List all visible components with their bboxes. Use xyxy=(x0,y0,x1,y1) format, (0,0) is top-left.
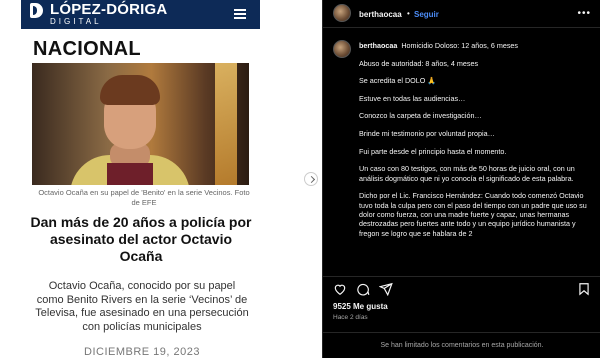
hamburger-menu-icon xyxy=(234,9,246,19)
caption-line-7: Un caso con 80 testigos, con más de 50 h… xyxy=(359,164,575,183)
brand-logo-icon xyxy=(30,3,43,18)
caption-area: berthaocaa Homicidio Doloso: 12 años, 6 m… xyxy=(323,36,600,268)
brand-name: LÓPEZ-DÓRIGA xyxy=(50,1,168,18)
likes-count[interactable]: 9525 Me gusta xyxy=(333,302,388,311)
action-bar xyxy=(323,276,600,296)
section-title: NACIONAL xyxy=(33,38,141,60)
post-media: LÓPEZ-DÓRIGA DIGITAL NACIONAL Octavio Oc… xyxy=(0,0,322,358)
bookmark-icon[interactable] xyxy=(577,282,591,296)
article-photo xyxy=(32,63,249,185)
caption-line-8: Dicho por el Lic. Francisco Hernández: C… xyxy=(359,191,587,238)
caption-line-3: Estuve en todas las audiencias… xyxy=(359,93,466,103)
caption-line-0: berthaocaa Homicidio Doloso: 12 años, 6 m… xyxy=(359,41,519,50)
article-summary: Octavio Ocaña, conocido por su papel com… xyxy=(35,280,249,333)
follow-button[interactable]: Seguir xyxy=(414,10,439,19)
author-username[interactable]: berthaocaa xyxy=(359,10,402,19)
caption-line-1: Abuso de autoridad: 8 años, 4 meses xyxy=(359,58,479,68)
avatar[interactable] xyxy=(333,40,351,58)
caption-line-2: Se acredita el DOLO 🙏 xyxy=(359,76,437,86)
comment-icon[interactable] xyxy=(356,282,370,296)
brand-subtitle: DIGITAL xyxy=(50,17,102,26)
caption-text: berthaocaa Homicidio Doloso: 12 años, 6 m… xyxy=(359,41,591,246)
caption-line-6: Fui parte desde el principio hasta el mo… xyxy=(359,146,507,156)
post-header: berthaocaa • Seguir ••• xyxy=(323,0,600,28)
caption-username[interactable]: berthaocaa xyxy=(359,41,397,50)
comments-limited-notice: Se han limitado los comentarios en esta … xyxy=(323,332,600,358)
photo-caption: Octavio Ocaña en su papel de 'Benito' en… xyxy=(38,188,250,207)
post-timestamp[interactable]: Hace 2 días xyxy=(333,314,368,321)
chevron-right-icon[interactable] xyxy=(304,172,318,186)
separator-dot: • xyxy=(407,9,410,18)
share-icon[interactable] xyxy=(379,282,393,296)
caption-line-4: Conozco la carpeta de investigación… xyxy=(359,111,482,121)
brand-header: LÓPEZ-DÓRIGA DIGITAL xyxy=(21,0,260,29)
caption-line-5: Brinde mi testimonio por voluntad propia… xyxy=(359,128,495,138)
avatar[interactable] xyxy=(333,4,351,22)
article-date: DICIEMBRE 19, 2023 xyxy=(84,346,200,358)
more-options-icon[interactable]: ••• xyxy=(577,8,591,19)
post-sidebar: berthaocaa • Seguir ••• berthaocaa Homici… xyxy=(322,0,600,358)
article-headline: Dan más de 20 años a policía por asesina… xyxy=(30,214,252,264)
heart-icon[interactable] xyxy=(333,282,347,296)
